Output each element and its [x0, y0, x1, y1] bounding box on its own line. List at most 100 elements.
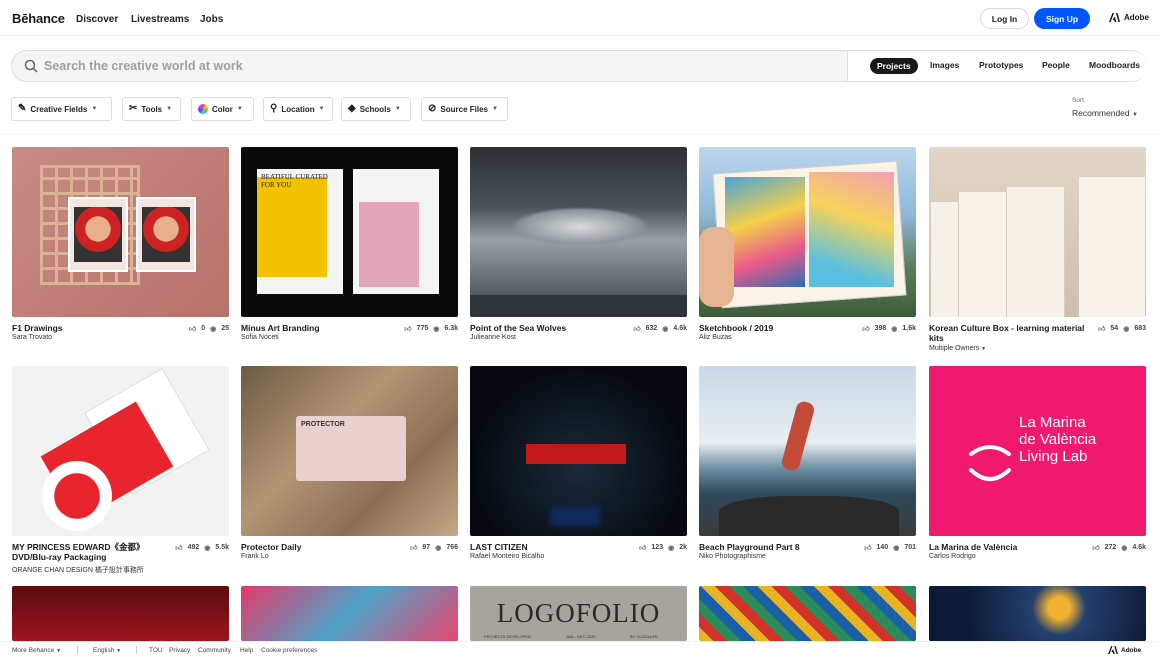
views-count: 2k	[679, 544, 687, 551]
project-thumbnail[interactable]: PROTECTOR	[241, 366, 458, 536]
eye-icon: ◉	[662, 325, 669, 333]
project-thumbnail[interactable]	[12, 147, 229, 317]
nav-livestreams[interactable]: Livestreams	[131, 14, 189, 25]
tab-people[interactable]: People	[1042, 60, 1070, 70]
project-owner[interactable]: ORANGE CHAN DESIGN 橘子設計事務所	[12, 565, 144, 575]
nav-jobs[interactable]: Jobs	[200, 14, 223, 25]
owner-label: Multiple Owners	[929, 345, 980, 352]
project-owner[interactable]: Carlos Rodrigo	[929, 553, 976, 560]
eye-icon: ◉	[1123, 325, 1130, 333]
likes-count: 775	[416, 325, 429, 332]
search-input[interactable]	[44, 56, 834, 76]
project-thumbnail[interactable]	[470, 147, 687, 317]
footer-language-label: English	[93, 647, 115, 654]
project-stats: 👍︎ 140 ◉ 701	[864, 543, 916, 552]
filter-source-files[interactable]: ⊘ Source Files ▼	[421, 97, 508, 121]
project-title[interactable]: Minus Art Branding	[241, 323, 401, 333]
filter-label: Tools	[141, 104, 163, 114]
project-stats: 👍︎ 54 ◉ 683	[1098, 324, 1146, 333]
filter-schools[interactable]: ◆ Schools ▼	[341, 97, 411, 121]
project-thumbnail[interactable]: LOGOFOLIO PROJECTS DEVELOPED JAN - DEC 2…	[470, 586, 687, 641]
views-count: 4.6k	[1132, 544, 1146, 551]
project-title[interactable]: Protector Daily	[241, 542, 401, 552]
project-owner[interactable]: Aliz Buzas	[699, 334, 732, 341]
filter-creative-fields[interactable]: ✎ Creative Fields ▼	[11, 97, 112, 121]
appreciate-icon: 👍︎	[1092, 545, 1100, 552]
footer-language[interactable]: English ▼	[93, 647, 121, 654]
filter-color[interactable]: Color ▼	[191, 97, 254, 121]
project-title[interactable]: LAST CITIZEN	[470, 542, 630, 552]
eye-icon: ◉	[893, 544, 900, 552]
chevron-down-icon: ▼	[116, 648, 122, 654]
views-count: 25	[221, 325, 229, 332]
project-title[interactable]: MY PRINCESS EDWARD《金都》DVD/Blu-ray Packag…	[12, 542, 162, 562]
filter-label: Color	[212, 104, 233, 114]
project-owner[interactable]: Sara Trovato	[12, 334, 52, 341]
project-owner[interactable]: Rafael Monteiro Bicalho	[470, 553, 544, 560]
project-title[interactable]: Sketchbook / 2019	[699, 323, 859, 333]
footer-adobe-label: Adobe	[1121, 646, 1142, 654]
project-owner[interactable]: Frank Lo	[241, 553, 269, 560]
project-stats: 👍︎ 632 ◉ 4.6k	[633, 324, 687, 333]
adobe-logo-icon	[1109, 13, 1120, 22]
project-thumbnail[interactable]	[241, 586, 458, 641]
project-title[interactable]: Beach Playground Part 8	[699, 542, 859, 552]
footer-link-help[interactable]: Help	[240, 647, 253, 654]
appreciate-icon: 👍︎	[404, 326, 412, 333]
behance-logo[interactable]: Bēhance	[12, 11, 65, 26]
login-button[interactable]: Log In	[980, 8, 1029, 29]
footer-link-privacy[interactable]: Privacy	[169, 647, 190, 654]
adobe-logo-icon	[1108, 646, 1118, 654]
tab-projects[interactable]: Projects	[870, 58, 918, 74]
likes-count: 54	[1110, 325, 1119, 332]
appreciate-icon: 👍︎	[639, 545, 647, 552]
eye-icon: ◉	[435, 544, 442, 552]
project-thumbnail[interactable]	[929, 147, 1146, 317]
signup-button[interactable]: Sign Up	[1034, 8, 1090, 29]
likes-count: 140	[876, 544, 889, 551]
sort-dropdown[interactable]: Recommended ▼	[1072, 108, 1138, 118]
footer-adobe[interactable]: Adobe	[1108, 646, 1141, 654]
tab-prototypes[interactable]: Prototypes	[979, 60, 1023, 70]
paperclip-icon: ⊘	[428, 103, 437, 114]
project-stats: 👍︎ 123 ◉ 2k	[639, 543, 687, 552]
project-title[interactable]: Korean Culture Box - learning material k…	[929, 323, 1089, 343]
project-owner[interactable]: Sofia Noceti	[241, 334, 279, 341]
filter-tools[interactable]: ✂ Tools ▼	[122, 97, 181, 121]
views-count: 5.5k	[215, 544, 229, 551]
project-owner[interactable]: Niko Photographisme	[699, 553, 766, 560]
appreciate-icon: 👍︎	[410, 545, 418, 552]
wave-logo-icon	[969, 445, 1011, 481]
adobe-link[interactable]: Adobe	[1109, 13, 1149, 22]
thumbnail-subtext: BY OLDGULFIL	[630, 634, 659, 639]
project-title[interactable]: La Marina de València	[929, 542, 1089, 552]
search-icon	[24, 59, 38, 73]
project-stats: 👍︎ 775 ◉ 6.3k	[404, 324, 458, 333]
tab-images[interactable]: Images	[930, 60, 959, 70]
views-count: 1.6k	[902, 325, 916, 332]
project-title[interactable]: F1 Drawings	[12, 323, 172, 333]
project-thumbnail[interactable]: BEATIFUL CURATED FOR YOU	[241, 147, 458, 317]
project-thumbnail[interactable]	[699, 366, 916, 536]
project-thumbnail[interactable]	[12, 366, 229, 536]
project-thumbnail[interactable]	[699, 147, 916, 317]
chevron-down-icon: ▼	[166, 106, 173, 112]
tab-moodboards[interactable]: Moodboards	[1089, 60, 1140, 70]
footer-divider	[77, 646, 78, 654]
project-owner[interactable]: Julieanne Kost	[470, 334, 516, 341]
footer-link-cookies[interactable]: Cookie preferences	[261, 647, 317, 654]
project-thumbnail[interactable]: La Marina de València Living Lab	[929, 366, 1146, 536]
footer-more-behance[interactable]: More Behance ▼	[12, 647, 61, 654]
nav-discover[interactable]: Discover	[76, 14, 118, 25]
footer-link-community[interactable]: Community	[198, 647, 231, 654]
footer-link-tou[interactable]: TOU	[149, 647, 163, 654]
project-thumbnail[interactable]	[699, 586, 916, 641]
project-thumbnail[interactable]	[12, 586, 229, 641]
project-thumbnail[interactable]	[470, 366, 687, 536]
project-thumbnail[interactable]	[929, 586, 1146, 641]
tools-icon: ✂	[129, 103, 138, 114]
filter-location[interactable]: ⚲ Location ▼	[263, 97, 333, 121]
project-owner[interactable]: Multiple Owners ▼	[929, 345, 986, 352]
project-stats: 👍︎ 272 ◉ 4.6k	[1092, 543, 1146, 552]
project-title[interactable]: Point of the Sea Wolves	[470, 323, 630, 333]
